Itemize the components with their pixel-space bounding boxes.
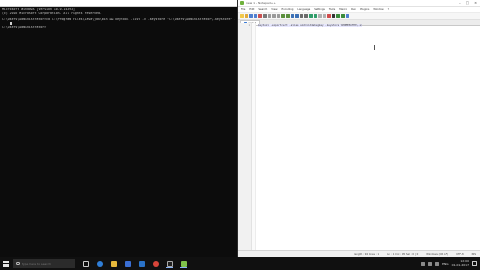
code-line: keytool -exportcert -alias androiddebugk… <box>258 24 362 28</box>
menu-run[interactable]: Run <box>351 8 356 11</box>
stop-macro-icon[interactable] <box>331 14 336 18</box>
sync-scroll-icon[interactable] <box>308 14 313 18</box>
taskbar-app-cmd[interactable] <box>165 259 174 268</box>
menu-encoding[interactable]: Encoding <box>281 8 293 11</box>
print-icon[interactable] <box>262 14 267 18</box>
input-language[interactable]: ENG <box>442 262 448 266</box>
taskbar-search[interactable] <box>13 259 75 268</box>
menu-settings[interactable]: Settings <box>314 8 325 11</box>
editor-status-bar: length : 94 lines : 1 Ln : 1 Col : 95 Se… <box>238 250 480 257</box>
status-encoding[interactable]: UTF-8 <box>456 253 464 256</box>
console-line: C:\Users\Administrator>cd C:\Program Fil… <box>2 18 235 22</box>
new-file-icon[interactable] <box>240 14 244 18</box>
status-position: Ln : 1 Col : 95 Sel : 0 | 0 <box>387 252 419 256</box>
edge-browser-icon <box>96 260 103 267</box>
show-hidden-icons-icon[interactable] <box>421 261 426 266</box>
notepadpp-icon <box>180 260 187 267</box>
status-insert-mode: INS <box>471 252 476 256</box>
replace-icon[interactable] <box>295 14 299 18</box>
command-prompt-window[interactable]: Microsoft Windows [Version 10.0.14393] (… <box>0 0 238 257</box>
taskbar-app-store[interactable] <box>123 259 132 268</box>
menu-tools[interactable]: Tools <box>329 8 335 11</box>
zoom-in-icon[interactable] <box>299 14 304 18</box>
status-length: length : 94 lines : 1 <box>353 252 380 256</box>
save-macro-icon[interactable] <box>345 14 350 18</box>
word-wrap-icon[interactable] <box>313 14 318 18</box>
cut-icon[interactable] <box>267 14 272 18</box>
open-file-icon[interactable] <box>244 14 249 18</box>
volume-icon[interactable] <box>435 261 440 266</box>
maximize-icon[interactable]: □ <box>466 1 469 5</box>
menu-macro[interactable]: Macro <box>339 8 347 11</box>
notepadpp-app-icon <box>240 1 244 5</box>
windows-logo-icon <box>3 260 9 267</box>
line-number-gutter: 1 <box>238 23 252 251</box>
menu-window[interactable]: Window <box>373 8 383 11</box>
clock-date: 01-01-2017 <box>451 262 469 267</box>
find-icon[interactable] <box>290 14 295 18</box>
file-explorer-icon <box>110 260 117 267</box>
minimize-icon[interactable]: – <box>459 1 461 5</box>
menu-help[interactable]: ? <box>388 8 389 11</box>
editor-toolbar <box>238 13 480 20</box>
copy-icon[interactable] <box>272 14 276 18</box>
play-macro-icon[interactable] <box>336 14 341 18</box>
run-macro-multiple-icon[interactable] <box>341 14 345 18</box>
record-macro-icon[interactable] <box>327 14 331 18</box>
action-center-icon[interactable] <box>472 261 477 266</box>
menu-edit[interactable]: Edit <box>249 8 254 11</box>
redo-icon[interactable] <box>285 14 290 18</box>
document-area: 1 keytool -exportcert -alias androiddebu… <box>238 23 480 251</box>
taskbar-app-mail[interactable] <box>137 259 146 268</box>
taskbar-app-chrome[interactable] <box>151 259 160 268</box>
chrome-icon <box>152 260 159 267</box>
zoom-out-icon[interactable] <box>304 14 308 18</box>
undo-icon[interactable] <box>281 14 285 18</box>
menu-view[interactable]: View <box>271 8 277 11</box>
clock[interactable]: 12:00 01-01-2017 <box>451 259 469 267</box>
start-button[interactable] <box>0 257 12 270</box>
mouse-ibeam-cursor <box>374 45 375 50</box>
save-icon[interactable] <box>249 14 253 18</box>
taskbar-app-edge[interactable] <box>95 259 104 268</box>
close-file-icon[interactable] <box>258 14 262 18</box>
status-eol[interactable]: Windows (CR LF) <box>426 253 448 256</box>
menu-plugins[interactable]: Plugins <box>360 8 369 11</box>
paste-icon[interactable] <box>276 14 281 18</box>
console-prompt: C:\Users\Administrator> <box>2 25 47 29</box>
menu-language[interactable]: Language <box>297 8 310 11</box>
console-output[interactable]: Microsoft Windows [Version 10.0.14393] (… <box>0 7 237 31</box>
text-editing-area[interactable]: keytool -exportcert -alias androiddebugk… <box>256 23 480 251</box>
taskbar-apps <box>81 259 188 268</box>
taskbar-app-notepadpp[interactable] <box>179 259 188 268</box>
window-controls: – □ × <box>459 1 477 5</box>
indent-guide-icon[interactable] <box>322 14 327 18</box>
command-prompt-icon <box>166 260 173 267</box>
windows-taskbar: ENG 12:00 01-01-2017 <box>0 257 480 270</box>
save-all-icon[interactable] <box>253 14 258 18</box>
line-number: 1 <box>248 24 250 27</box>
system-tray: ENG 12:00 01-01-2017 <box>421 259 480 267</box>
close-icon[interactable]: × <box>474 1 477 5</box>
notepad-plus-plus-window[interactable]: new 1 - Notepad++ – □ × File Edit Search… <box>238 0 480 257</box>
console-cursor <box>10 21 12 25</box>
menu-search[interactable]: Search <box>258 8 267 11</box>
editor-titlebar[interactable]: new 1 - Notepad++ – □ × <box>238 0 480 7</box>
taskbar-app-explorer[interactable] <box>109 259 118 268</box>
mail-icon <box>138 260 145 267</box>
console-titlebar[interactable] <box>0 0 237 7</box>
editor-window-title: new 1 - Notepad++ <box>246 1 276 5</box>
show-all-chars-icon[interactable] <box>318 14 322 18</box>
search-icon <box>16 261 20 266</box>
network-icon[interactable] <box>428 261 433 266</box>
task-view-icon <box>82 260 89 267</box>
task-view-button[interactable] <box>81 259 90 268</box>
taskbar-search-input[interactable] <box>21 261 70 266</box>
menu-file[interactable]: File <box>241 8 245 11</box>
store-icon <box>124 260 131 267</box>
